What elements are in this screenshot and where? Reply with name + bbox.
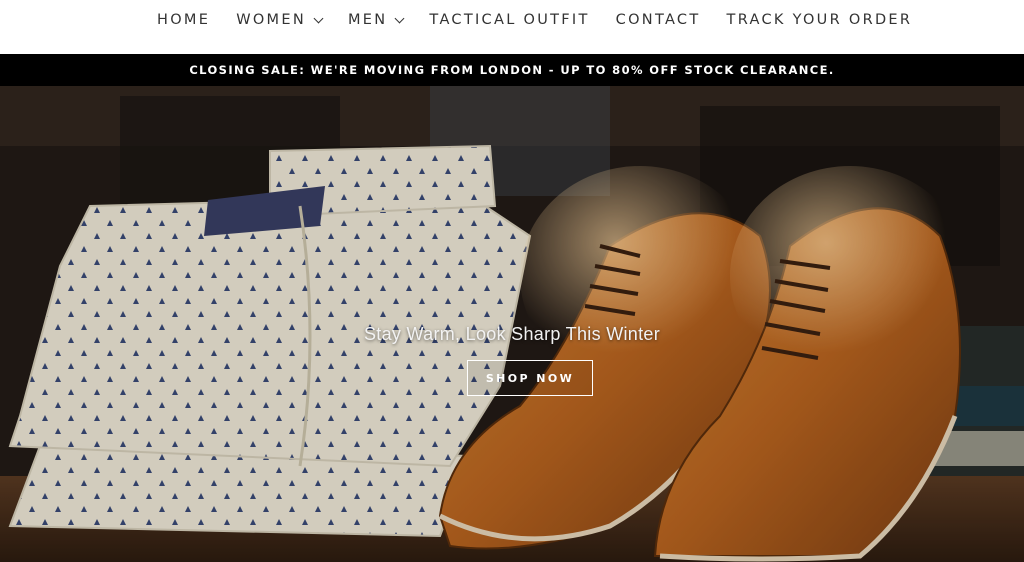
chevron-down-icon: [313, 13, 324, 24]
nav-item-label: HOME: [157, 12, 211, 28]
top-navigation: HOME WOMEN MEN TACTICAL OUTFIT CONTACT T…: [0, 0, 1024, 54]
nav-item-label: TACTICAL OUTFIT: [429, 12, 590, 28]
nav-item-label: TRACK YOUR ORDER: [726, 12, 913, 28]
announcement-bar: CLOSING SALE: WE'RE MOVING FROM LONDON -…: [0, 54, 1024, 86]
chevron-down-icon: [394, 13, 405, 24]
hero-banner: Stay Warm, Look Sharp This Winter SHOP N…: [0, 86, 1024, 562]
nav-menu: HOME WOMEN MEN TACTICAL OUTFIT CONTACT T…: [157, 12, 912, 28]
nav-item-home[interactable]: HOME: [157, 12, 210, 28]
nav-item-track-order[interactable]: TRACK YOUR ORDER: [727, 12, 913, 28]
nav-item-label: MEN: [347, 12, 388, 28]
nav-item-women[interactable]: WOMEN: [236, 12, 324, 28]
hero-title: Stay Warm, Look Sharp This Winter: [364, 324, 660, 344]
nav-item-tactical-outfit[interactable]: TACTICAL OUTFIT: [429, 12, 589, 28]
nav-item-men[interactable]: MEN: [347, 12, 405, 28]
nav-item-label: CONTACT: [615, 12, 701, 28]
shop-now-button[interactable]: SHOP NOW: [467, 360, 593, 396]
nav-item-label: WOMEN: [236, 12, 306, 28]
nav-item-contact[interactable]: CONTACT: [616, 12, 701, 28]
announcement-text: CLOSING SALE: WE'RE MOVING FROM LONDON -…: [189, 63, 835, 77]
